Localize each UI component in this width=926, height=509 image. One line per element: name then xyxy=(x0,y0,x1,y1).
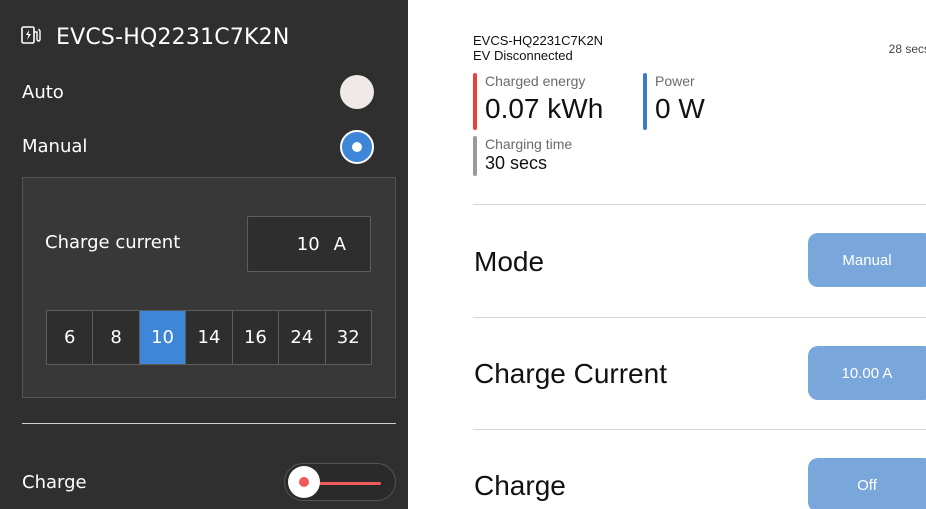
charging-time-metric: Charging time 30 secs xyxy=(473,136,573,176)
power-metric: Power 0 W xyxy=(643,73,705,130)
charge-current-label: Charge current xyxy=(45,232,181,253)
charging-time-value: 30 secs xyxy=(485,153,548,173)
device-name: EVCS-HQ2231C7K2N xyxy=(473,33,604,48)
charge-current-row-label: Charge Current xyxy=(474,358,667,389)
charge-current-value: 10 xyxy=(296,233,320,255)
charged-energy-bar xyxy=(473,73,477,130)
charged-energy-label: Charged energy xyxy=(485,73,586,89)
charge-current-unit: A xyxy=(333,233,346,255)
manual-mode-label: Manual xyxy=(22,136,88,157)
divider xyxy=(22,423,396,424)
charge-button[interactable]: Off xyxy=(808,458,926,509)
mode-row-label: Mode xyxy=(474,246,545,277)
current-preset-button[interactable]: 32 xyxy=(326,311,371,364)
divider xyxy=(473,429,926,430)
slider-thumb[interactable] xyxy=(288,466,320,498)
charged-energy-value: 0.07 kWh xyxy=(485,93,604,124)
panel-header: EVCS-HQ2231C7K2N xyxy=(20,22,290,52)
auto-mode-label: Auto xyxy=(22,82,64,103)
current-preset-button[interactable]: 24 xyxy=(279,311,326,364)
power-value: 0 W xyxy=(655,93,705,124)
charge-row-label: Charge xyxy=(474,470,566,501)
charge-toggle-slider[interactable] xyxy=(284,463,396,501)
charging-time-label: Charging time xyxy=(485,136,573,152)
charging-time-bar xyxy=(473,136,477,176)
auto-mode-radio[interactable] xyxy=(340,75,374,109)
ev-charger-control-panel: EVCS-HQ2231C7K2N Auto Manual Charge curr… xyxy=(0,0,408,509)
current-preset-button[interactable]: 8 xyxy=(93,311,140,364)
divider xyxy=(473,204,926,205)
charge-current-button[interactable]: 10.00 A xyxy=(808,346,926,400)
ev-charger-status-panel: EVCS-HQ2231C7K2N EV Disconnected 28 secs… xyxy=(408,0,926,509)
panel-title: EVCS-HQ2231C7K2N xyxy=(56,24,290,50)
manual-settings-box: Charge current 10 A 6 8 10 14 16 24 32 xyxy=(22,177,396,398)
charged-energy-metric: Charged energy 0.07 kWh xyxy=(473,73,604,130)
current-preset-button[interactable]: 14 xyxy=(186,311,233,364)
ev-charger-icon xyxy=(20,24,42,50)
current-preset-button[interactable]: 16 xyxy=(233,311,280,364)
charge-current-field[interactable]: 10 A xyxy=(247,216,371,272)
mode-button[interactable]: Manual xyxy=(808,233,926,287)
elapsed-time: 28 secs xyxy=(888,42,926,56)
charge-label: Charge xyxy=(22,472,87,493)
power-bar xyxy=(643,73,647,130)
current-preset-button-selected[interactable]: 10 xyxy=(139,311,187,364)
power-label: Power xyxy=(655,73,695,89)
current-preset-button[interactable]: 6 xyxy=(47,311,94,364)
divider xyxy=(473,317,926,318)
current-preset-selector: 6 8 10 14 16 24 32 xyxy=(46,310,372,365)
manual-mode-radio[interactable] xyxy=(340,130,374,164)
connection-status: EV Disconnected xyxy=(473,48,573,63)
